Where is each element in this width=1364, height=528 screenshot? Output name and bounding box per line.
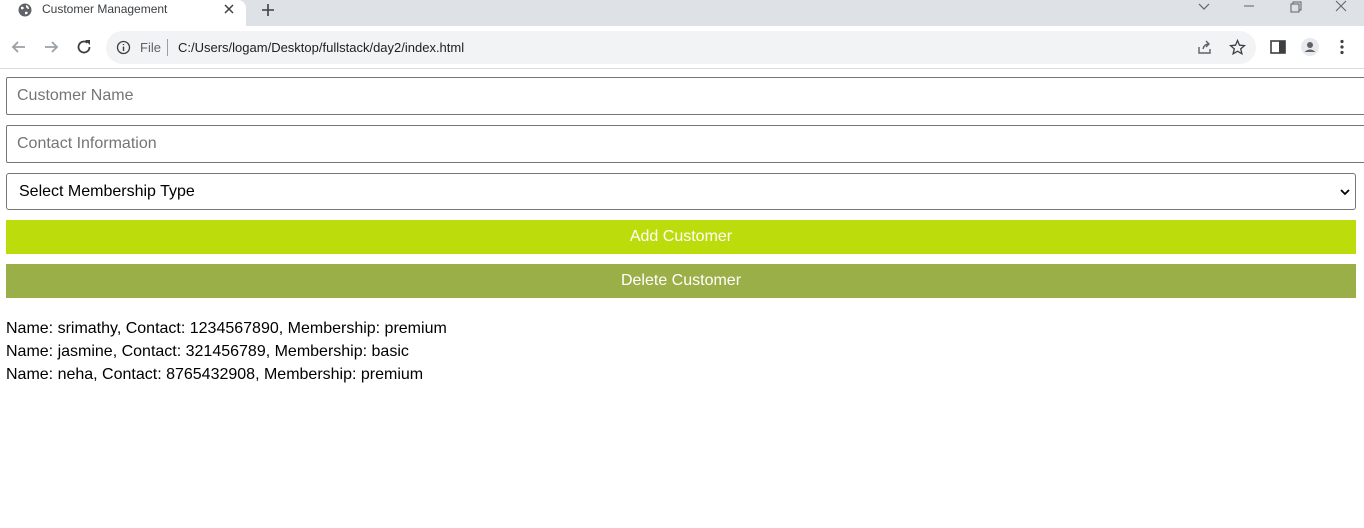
close-window-icon[interactable] <box>1333 0 1349 14</box>
list-item: Name: srimathy, Contact: 1234567890, Mem… <box>6 320 447 337</box>
customer-list: Name: srimathy, Contact: 1234567890, Mem… <box>6 317 447 386</box>
minimize-icon[interactable] <box>1241 0 1257 14</box>
new-tab-icon[interactable] <box>259 1 277 19</box>
tab-title: Customer Management <box>42 2 168 16</box>
list-item: Name: neha, Contact: 8765432908, Members… <box>6 366 424 383</box>
profile-avatar-icon[interactable] <box>1300 37 1320 57</box>
page-content: Select Membership Type Add Customer Dele… <box>0 70 1364 528</box>
restore-icon[interactable] <box>1287 0 1303 14</box>
omnibox-divider <box>167 39 168 56</box>
forward-arrow-icon[interactable] <box>41 37 61 57</box>
list-item: Name: jasmine, Contact: 321456789, Membe… <box>6 343 409 360</box>
close-tab-icon[interactable] <box>222 2 236 16</box>
browser-toolbar: File C:/Users/logam/Desktop/fullstack/da… <box>0 26 1364 69</box>
add-customer-button[interactable]: Add Customer <box>6 220 1356 254</box>
reload-icon[interactable] <box>74 37 94 57</box>
chevron-down-icon <box>1340 189 1350 196</box>
customer-name-input[interactable] <box>6 77 1364 115</box>
back-arrow-icon[interactable] <box>9 37 29 57</box>
side-panel-icon[interactable] <box>1268 37 1288 57</box>
address-bar[interactable]: File C:/Users/logam/Desktop/fullstack/da… <box>106 31 1256 64</box>
info-icon[interactable] <box>116 40 131 55</box>
tab-customer-management[interactable]: Customer Management <box>0 0 246 26</box>
delete-customer-button[interactable]: Delete Customer <box>6 264 1356 298</box>
membership-selected-value: Select Membership Type <box>19 183 195 200</box>
bookmark-star-icon[interactable] <box>1229 39 1246 56</box>
tab-strip: Customer Management <box>0 0 1364 26</box>
more-menu-icon[interactable] <box>1332 37 1352 57</box>
contact-information-input[interactable] <box>6 125 1364 163</box>
tab-search-icon[interactable] <box>1196 0 1212 14</box>
globe-icon <box>18 3 32 17</box>
share-icon[interactable] <box>1196 39 1213 56</box>
scheme-label: File <box>140 40 161 55</box>
url-text[interactable]: C:/Users/logam/Desktop/fullstack/day2/in… <box>178 40 464 55</box>
membership-type-select[interactable]: Select Membership Type <box>6 173 1356 210</box>
